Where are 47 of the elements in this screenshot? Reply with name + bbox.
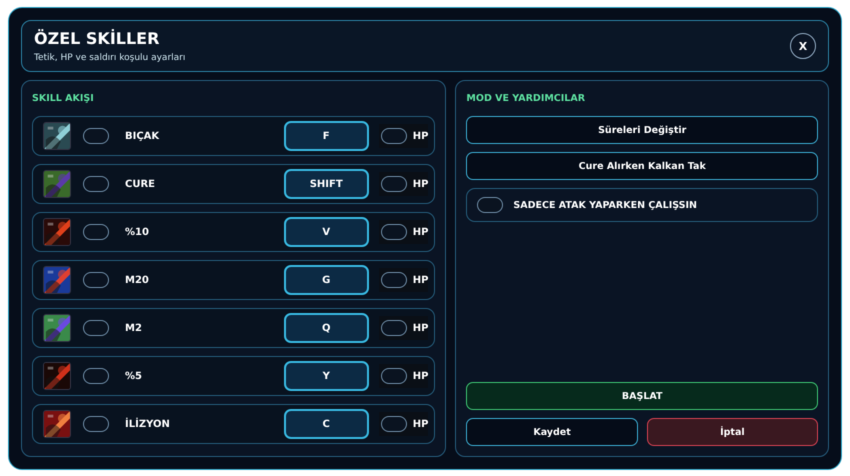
hp-label: HP (412, 130, 428, 142)
skill-name: BIÇAK (125, 130, 160, 142)
skill-toggle[interactable] (83, 176, 109, 192)
cancel-button[interactable]: İptal (646, 418, 818, 446)
skill-toggle[interactable] (83, 320, 109, 336)
window-subtitle: Tetik, HP ve saldırı koşulu ayarları (34, 53, 186, 63)
hp-label: HP (412, 322, 428, 334)
save-button[interactable]: Kaydet (466, 418, 638, 446)
key-button[interactable]: Q (284, 313, 369, 343)
skill-toggle[interactable] (83, 224, 109, 240)
mod-button[interactable]: Cure Alırken Kalkan Tak (466, 152, 818, 180)
option-label: SADECE ATAK YAPARKEN ÇALIŞSIN (513, 200, 697, 210)
skill-name: M2 (125, 322, 143, 334)
hp-toggle[interactable] (380, 176, 407, 192)
option-toggle[interactable] (477, 197, 504, 213)
hp-label: HP (412, 418, 428, 430)
skill-toggle[interactable] (83, 416, 109, 432)
key-button[interactable]: C (284, 409, 369, 439)
key-button[interactable]: SHIFT (284, 169, 369, 199)
skill-name: %10 (125, 226, 150, 238)
key-button[interactable]: G (284, 265, 369, 295)
key-button[interactable]: Y (284, 361, 369, 391)
hp-label: HP (412, 178, 428, 190)
skill-name: %5 (125, 370, 143, 382)
skill-name: CURE (125, 178, 156, 190)
hp-label: HP (412, 226, 428, 238)
hp-toggle[interactable] (380, 416, 407, 432)
skill-toggle[interactable] (83, 272, 109, 288)
key-button[interactable]: V (284, 217, 369, 247)
key-button[interactable]: F (284, 121, 369, 151)
skill-toggle[interactable] (83, 128, 109, 144)
hp-label: HP (412, 274, 428, 286)
skill-toggle[interactable] (83, 368, 109, 384)
panel-title: MOD VE YARDIMCILAR (466, 93, 586, 104)
hp-toggle[interactable] (380, 368, 407, 384)
skill-name: M20 (125, 274, 150, 286)
hp-toggle[interactable] (380, 128, 407, 144)
close-button[interactable]: X (790, 33, 816, 59)
panel-title: SKILL AKIŞI (32, 93, 95, 104)
hp-toggle[interactable] (380, 224, 407, 240)
hp-toggle[interactable] (380, 320, 407, 336)
window-title: ÖZEL SKİLLER (34, 29, 160, 48)
hp-toggle[interactable] (380, 272, 407, 288)
mod-button[interactable]: Süreleri Değiştir (466, 116, 818, 144)
skill-name: İLİZYON (125, 418, 171, 430)
start-button[interactable]: BAŞLAT (466, 382, 818, 410)
hp-label: HP (412, 370, 428, 382)
